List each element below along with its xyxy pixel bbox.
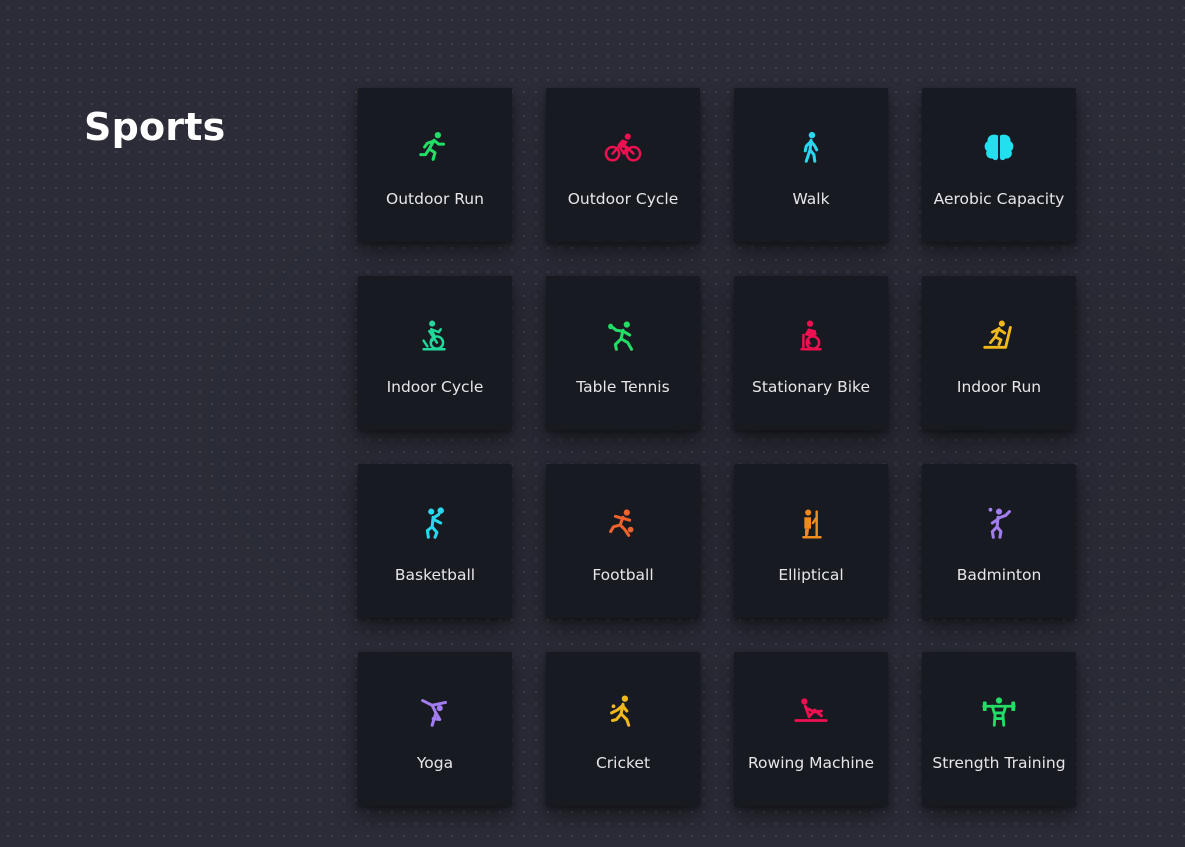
yoga-icon [416, 692, 454, 730]
sport-tile-label: Elliptical [778, 566, 844, 584]
table-tennis-icon [604, 316, 642, 354]
stationary-bike-icon [792, 316, 830, 354]
sport-tile-indoor-run[interactable]: Indoor Run [922, 276, 1076, 430]
sport-tile-label: Badminton [956, 566, 1042, 584]
sport-tile-stationary-bike[interactable]: Stationary Bike [734, 276, 888, 430]
cricket-icon [604, 692, 642, 730]
sport-tile-table-tennis[interactable]: Table Tennis [546, 276, 700, 430]
sports-grid: Outdoor Run Outdoor Cycle Walk Aerobic C… [358, 88, 1076, 806]
sport-tile-label: Cricket [595, 754, 651, 772]
sport-tile-label: Walk [792, 190, 830, 208]
sport-tile-cricket[interactable]: Cricket [546, 652, 700, 806]
sport-tile-label: Aerobic Capacity [933, 190, 1065, 208]
rowing-machine-icon [792, 692, 830, 730]
sport-tile-rowing-machine[interactable]: Rowing Machine [734, 652, 888, 806]
sport-tile-label: Indoor Cycle [386, 378, 484, 396]
weightlifting-icon [980, 692, 1018, 730]
sport-tile-label: Rowing Machine [747, 754, 874, 772]
sport-tile-label: Football [592, 566, 654, 584]
brain-icon [980, 128, 1018, 166]
sport-tile-elliptical[interactable]: Elliptical [734, 464, 888, 618]
walking-icon [792, 128, 830, 166]
sport-tile-label: Indoor Run [956, 378, 1042, 396]
sport-tile-label: Stationary Bike [752, 378, 870, 396]
treadmill-icon [980, 316, 1018, 354]
sport-tile-label: Outdoor Run [386, 190, 484, 208]
sport-tile-walk[interactable]: Walk [734, 88, 888, 242]
sport-tile-outdoor-run[interactable]: Outdoor Run [358, 88, 512, 242]
basketball-player-icon [416, 504, 454, 542]
sport-tile-label: Table Tennis [576, 378, 670, 396]
sport-tile-label: Yoga [416, 754, 454, 772]
sport-tile-label: Basketball [394, 566, 476, 584]
sport-tile-aerobic-capacity[interactable]: Aerobic Capacity [922, 88, 1076, 242]
page-title: Sports [84, 105, 226, 149]
sport-tile-label: Strength Training [932, 754, 1066, 772]
sport-tile-basketball[interactable]: Basketball [358, 464, 512, 618]
sport-tile-football[interactable]: Football [546, 464, 700, 618]
sport-tile-yoga[interactable]: Yoga [358, 652, 512, 806]
sport-tile-strength-training[interactable]: Strength Training [922, 652, 1076, 806]
exercise-bike-icon [416, 316, 454, 354]
football-player-icon [604, 504, 642, 542]
running-icon [416, 128, 454, 166]
elliptical-icon [792, 504, 830, 542]
sport-tile-label: Outdoor Cycle [567, 190, 679, 208]
sport-tile-indoor-cycle[interactable]: Indoor Cycle [358, 276, 512, 430]
badminton-icon [980, 504, 1018, 542]
sport-tile-outdoor-cycle[interactable]: Outdoor Cycle [546, 88, 700, 242]
bicycle-icon [604, 128, 642, 166]
sport-tile-badminton[interactable]: Badminton [922, 464, 1076, 618]
